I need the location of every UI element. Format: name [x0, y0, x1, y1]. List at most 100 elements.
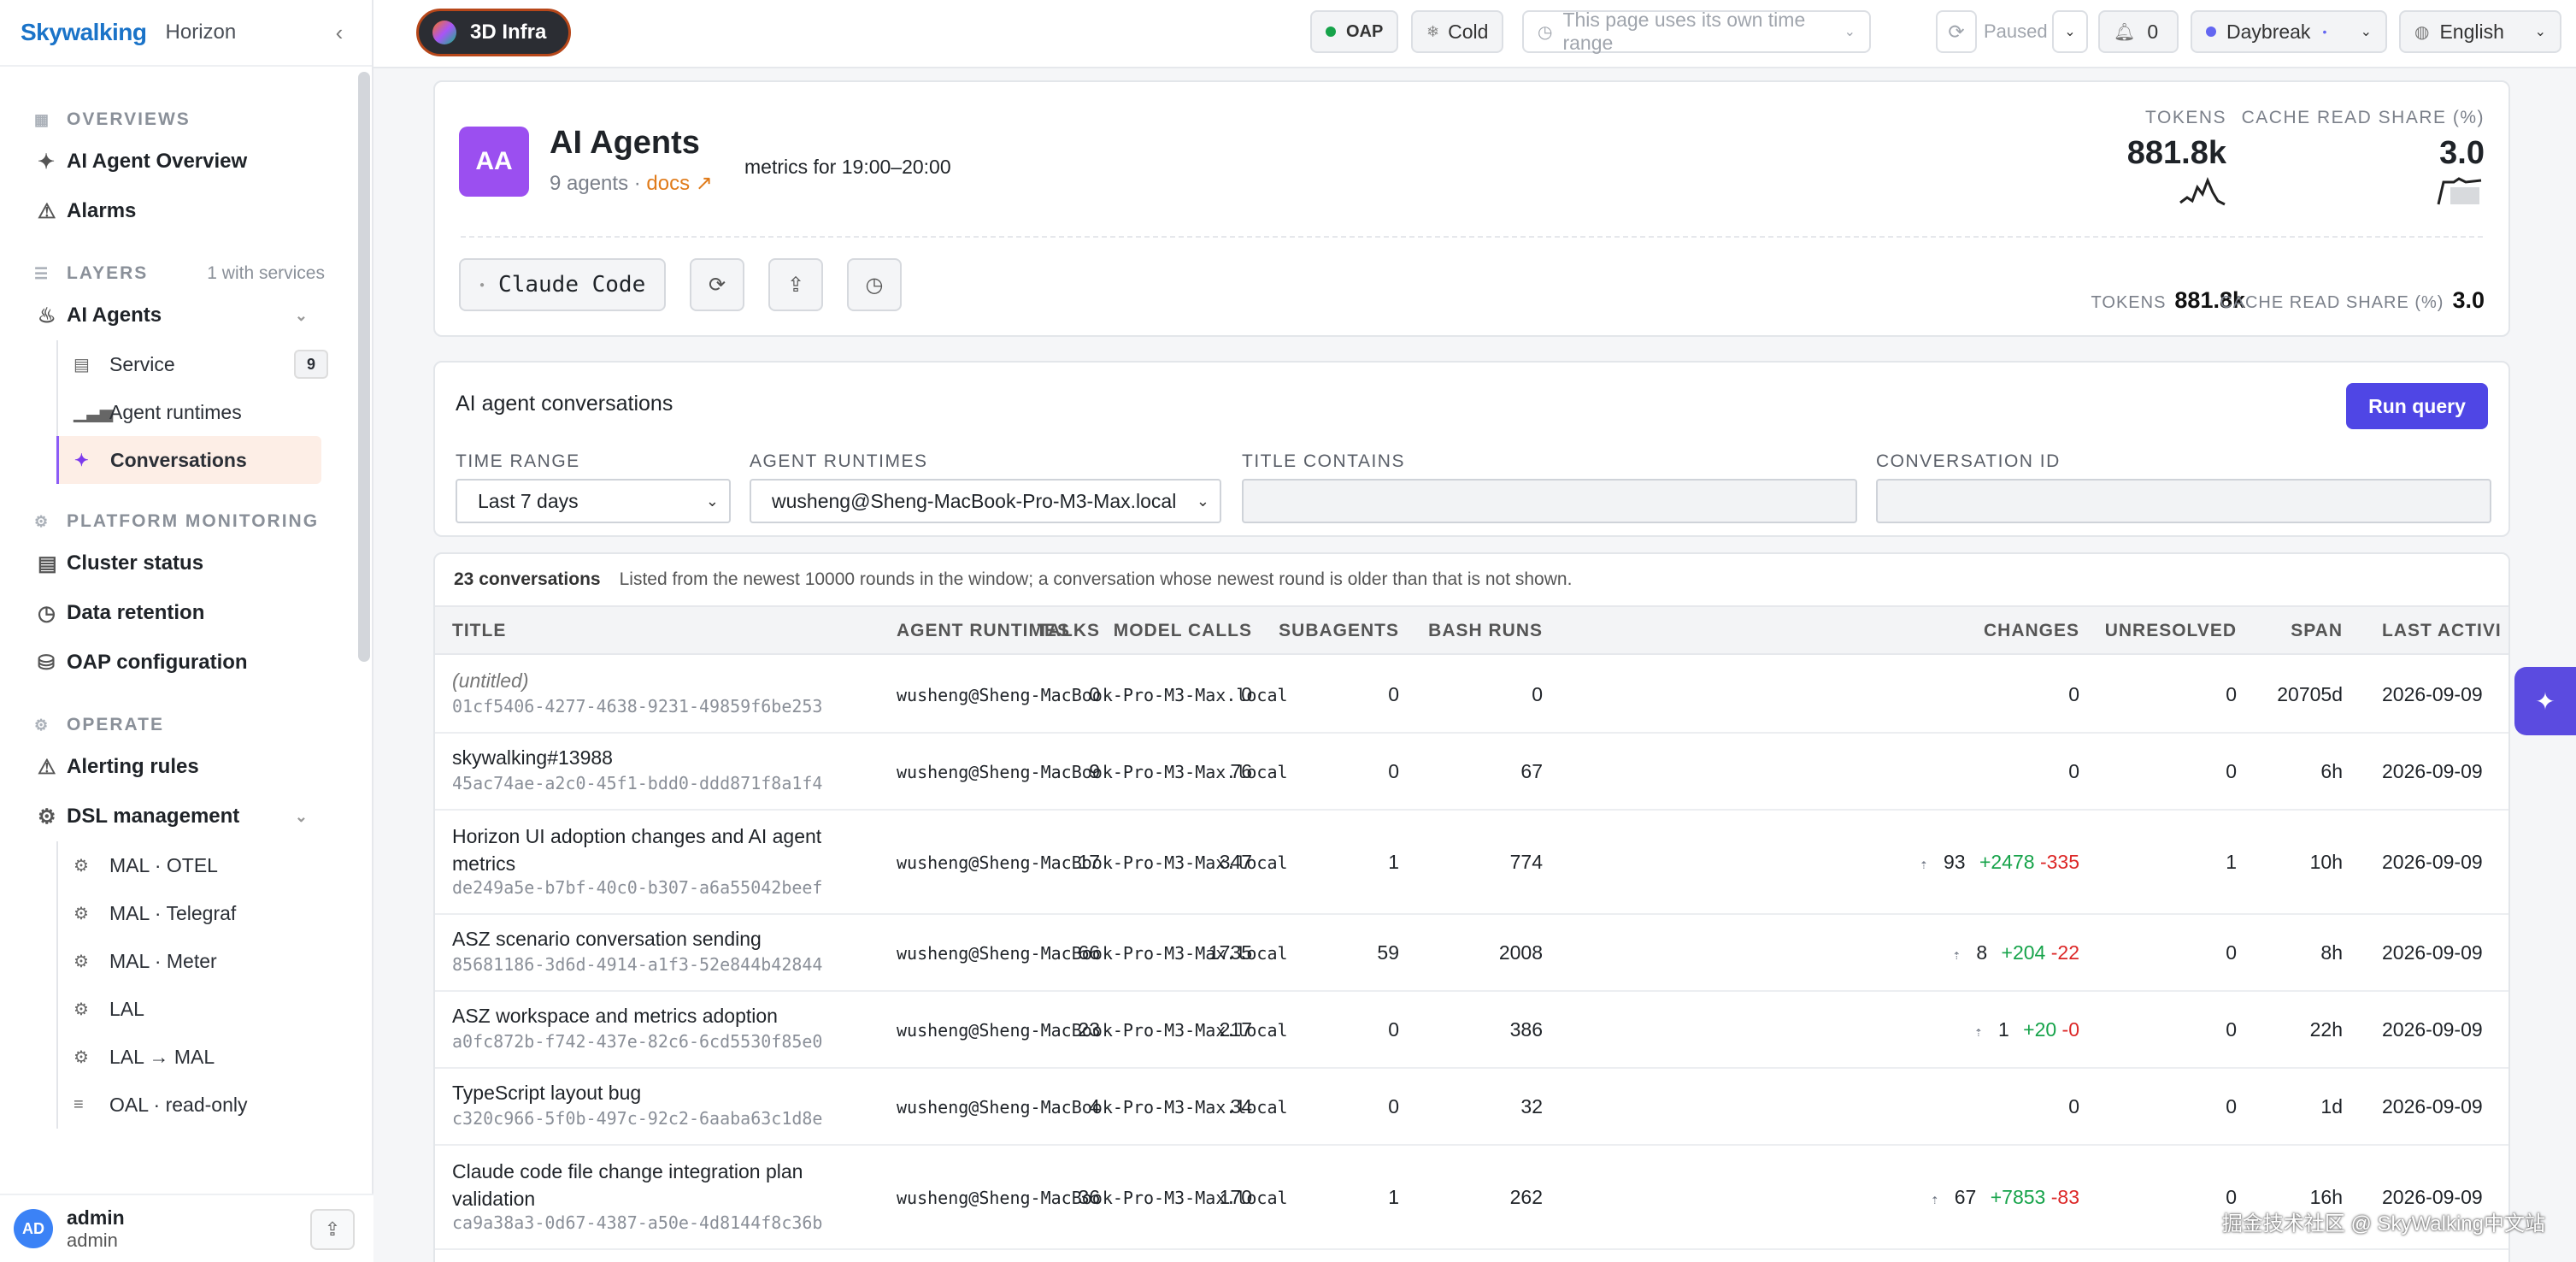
cell-span: 8h	[2320, 941, 2343, 964]
history-button[interactable]: ◷	[847, 258, 902, 311]
nav-mal-otel[interactable]: ⚙ MAL · OTEL	[56, 841, 359, 889]
cell-last-activity: 2026-09-09	[2382, 1095, 2483, 1118]
nav-ai-agents[interactable]: ♨ AI Agents ⌄	[0, 291, 359, 340]
notifications-button[interactable]: 🔔︎ 0	[2098, 10, 2179, 53]
conversation-title[interactable]: skywalking#13988	[452, 744, 879, 771]
grid-icon: ▦	[34, 110, 51, 128]
nav-lal-to-mal[interactable]: ⚙ LAL → MAL	[56, 1033, 359, 1081]
col-changes[interactable]: CHANGES	[1984, 621, 2079, 641]
language-selector[interactable]: ◍ English ⌄	[2399, 10, 2561, 53]
collapse-sidebar-icon[interactable]: ‹	[327, 20, 351, 45]
nav-ai-agent-overview[interactable]: ✦ AI Agent Overview	[0, 137, 359, 186]
oap-status-button[interactable]: OAP	[1310, 10, 1399, 53]
sidebar-scrollbar[interactable]	[358, 72, 370, 662]
cell-last-activity: 2026-09-09	[2382, 683, 2483, 705]
cell-bash: 774	[1509, 851, 1543, 873]
theme-selector[interactable]: Daybreak • ⌄	[2191, 10, 2387, 53]
cell-changes: 0	[2068, 683, 2079, 705]
agent-runtimes-select[interactable]: wusheng@Sheng-MacBook-Pro-M3-Max.local ⌄	[750, 479, 1221, 523]
refresh-button[interactable]: ⟳	[1936, 10, 1977, 53]
top-bar: 3D Infra OAP ❄ Cold ◷ This page uses its o…	[373, 0, 2576, 68]
table-row[interactable]: Horizon UI adoption changes and AI agent…	[435, 811, 2508, 915]
clock-icon: ◷	[1538, 22, 1553, 42]
nav-cluster-status[interactable]: ▤ Cluster status	[0, 539, 359, 588]
cell-talks: 23	[1078, 1018, 1100, 1041]
cell-sub: 0	[1388, 760, 1399, 782]
refresh-interval-dropdown[interactable]: ⌄	[2052, 10, 2088, 53]
conversations-table-card: 23 conversations Listed from the newest 1…	[433, 552, 2510, 1262]
col-talks[interactable]: TALKS	[1038, 621, 1100, 641]
service-count-badge: 9	[294, 350, 328, 379]
nav-mal-meter[interactable]: ⚙ MAL · Meter	[56, 937, 359, 985]
table-row[interactable]: ASZ scenario conversation sending 8568118…	[435, 915, 2508, 992]
skywalking-logo[interactable]: Skywalking	[21, 19, 147, 46]
cell-changes: ⇡ 8 +204 -22	[1952, 941, 2079, 964]
col-bash-runs[interactable]: BASH RUNS	[1428, 621, 1543, 641]
col-subagents[interactable]: SUBAGENTS	[1279, 621, 1399, 641]
run-query-button[interactable]: Run query	[2346, 383, 2488, 429]
nav-service[interactable]: ▤ Service 9	[56, 340, 359, 388]
nav-mal-telegraf[interactable]: ⚙ MAL · Telegraf	[56, 889, 359, 937]
refresh-button[interactable]: ⟳	[690, 258, 744, 311]
time-range-picker[interactable]: ◷ This page uses its own time range ⌄	[1522, 9, 1871, 54]
nav-oap-configuration[interactable]: ⛁ OAP configuration	[0, 638, 359, 687]
table-row[interactable]: ASZ workspace and metrics adoption a0fc87…	[435, 992, 2508, 1069]
col-title[interactable]: TITLE	[452, 621, 506, 641]
conversation-title[interactable]: (untitled)	[452, 667, 879, 694]
cell-calls: 0	[1241, 683, 1252, 705]
cell-talks: 9	[1089, 760, 1100, 782]
cold-storage-button[interactable]: ❄ Cold	[1411, 10, 1504, 53]
cell-talks: 17	[1078, 851, 1100, 873]
service-selector[interactable]: ● Claude Code	[459, 258, 666, 311]
cell-calls: 76	[1230, 760, 1252, 782]
export-button[interactable]: ⇪	[768, 258, 823, 311]
conversation-id-input[interactable]	[1876, 479, 2491, 523]
page-title: AI Agents	[550, 125, 700, 161]
cell-talks: 4	[1089, 1095, 1100, 1118]
cell-span: 6h	[2320, 760, 2343, 782]
upload-icon: ⇪	[786, 273, 805, 297]
table-row[interactable]: skywalking#13988 45ac74ae-a2c0-45f1-bdd0-…	[435, 734, 2508, 811]
cell-last-activity: 2026-09-09	[2382, 941, 2483, 964]
col-span[interactable]: SPAN	[2291, 621, 2343, 641]
sidebar-nav: ▦ OVERVIEWS ✦ AI Agent Overview ⚠ Alarms ☰ L…	[0, 68, 359, 1194]
col-last-activity[interactable]: LAST ACTIVI	[2382, 621, 2502, 641]
nav-dsl-management[interactable]: ⚙ DSL management ⌄	[0, 792, 359, 841]
title-contains-input[interactable]	[1242, 479, 1857, 523]
nav-oal-read-only[interactable]: ≡ OAL · read-only	[56, 1081, 359, 1129]
nav-alarms[interactable]: ⚠ Alarms	[0, 186, 359, 236]
table-row[interactable]: TypeScript layout bug c320c966-5f0b-497c-…	[435, 1069, 2508, 1146]
conversation-title[interactable]: ASZ scenario conversation sending	[452, 925, 879, 952]
avatar[interactable]: AD	[14, 1209, 53, 1248]
metrics-window: metrics for 19:00–20:00	[744, 156, 951, 178]
conversation-title[interactable]: Horizon UI adoption changes and AI agent…	[452, 823, 879, 877]
conversation-id-label: CONVERSATION ID	[1876, 451, 2061, 471]
time-range-select[interactable]: Last 7 days ⌄	[456, 479, 731, 523]
cell-last-activity: 2026-09-09	[2382, 851, 2483, 873]
nav-lal[interactable]: ⚙ LAL	[56, 985, 359, 1033]
user-panel: AD admin admin ⇪	[0, 1194, 373, 1262]
col-model-calls[interactable]: MODEL CALLS	[1114, 621, 1252, 641]
col-unresolved[interactable]: UNRESOLVED	[2105, 621, 2237, 641]
conversation-title[interactable]: Claude code file change integration plan…	[452, 1158, 879, 1212]
nav-data-retention[interactable]: ◷ Data retention	[0, 588, 359, 638]
3d-infra-button[interactable]: 3D Infra	[416, 9, 572, 56]
refresh-icon: ⟳	[1948, 20, 1965, 43]
docs-link[interactable]: docs ↗	[646, 172, 712, 195]
conversation-title[interactable]: TypeScript layout bug	[452, 1079, 879, 1106]
table-row[interactable]: Claude code file change integration plan…	[435, 1146, 2508, 1250]
ai-assistant-button[interactable]: ✦	[2514, 667, 2576, 735]
table-row[interactable]: (untitled) 01cf5406-4277-4638-9231-49859f…	[435, 657, 2508, 734]
logout-icon[interactable]: ⇪	[310, 1209, 355, 1250]
gear-icon: ⚙	[74, 904, 89, 923]
nav-alerting-rules[interactable]: ⚠ Alerting rules	[0, 742, 359, 792]
conversation-id: de249a5e-b7bf-40c0-b307-a6a55042beef	[452, 877, 823, 898]
conversation-count: 23 conversations	[454, 569, 601, 589]
nav-agent-runtimes[interactable]: ▁▃▅ Agent runtimes	[56, 388, 359, 436]
nav-conversations[interactable]: ✦ Conversations	[56, 436, 321, 484]
bar-chart-icon: ▁▃▅	[74, 403, 114, 422]
flame-icon: ♨	[38, 304, 56, 327]
cell-last-activity: 2026-09-09	[2382, 1018, 2483, 1041]
cell-unres: 0	[2226, 1018, 2237, 1041]
conversation-title[interactable]: ASZ workspace and metrics adoption	[452, 1002, 879, 1029]
